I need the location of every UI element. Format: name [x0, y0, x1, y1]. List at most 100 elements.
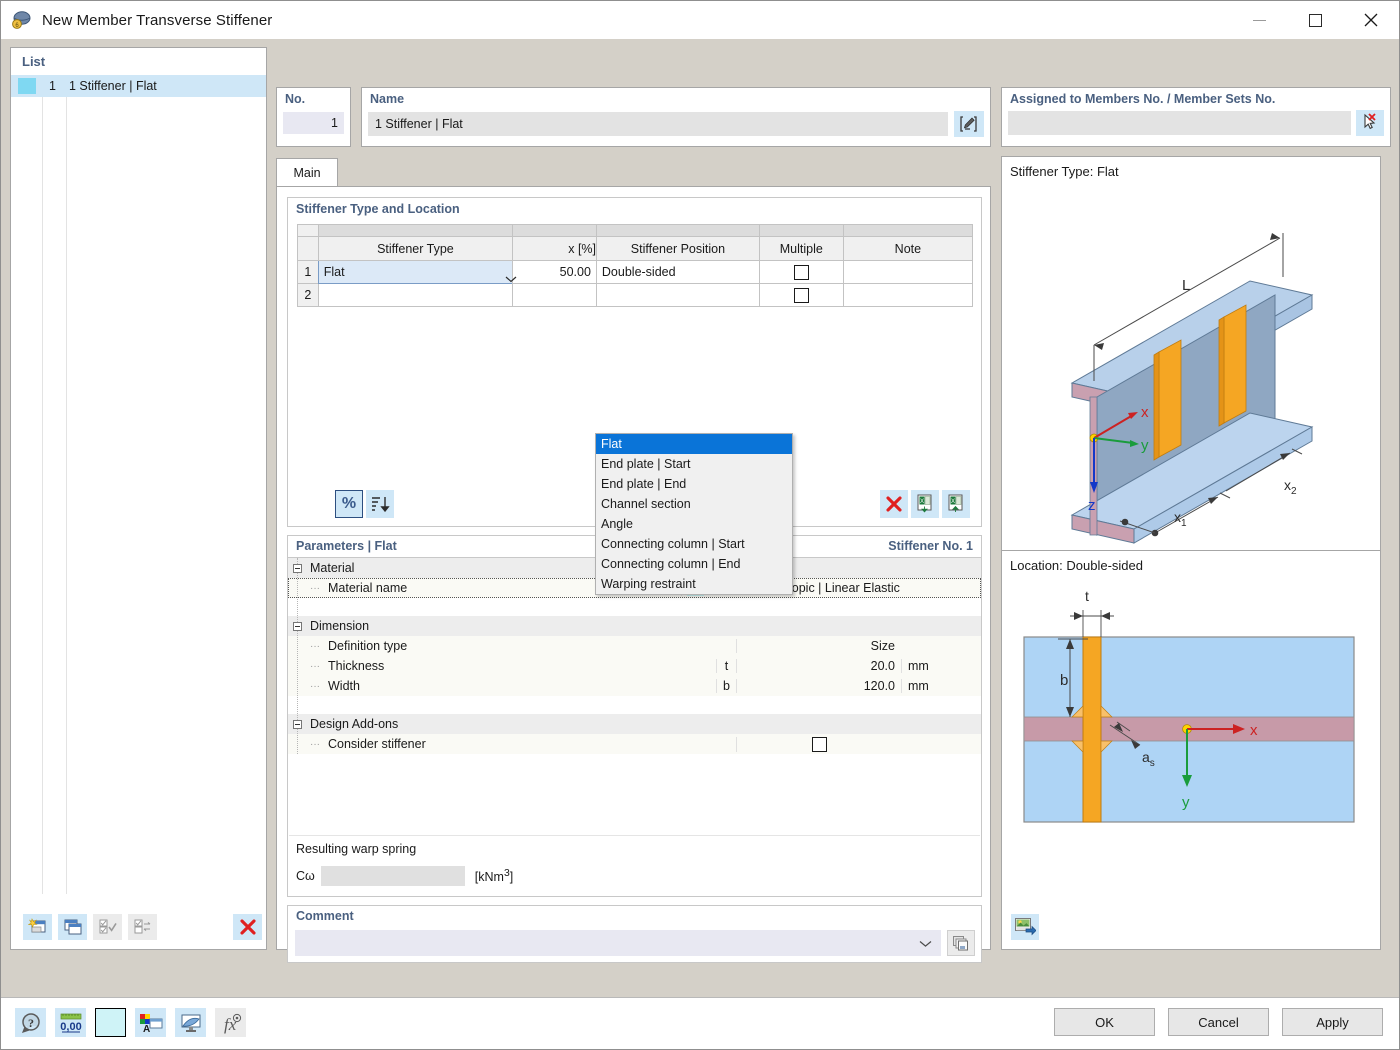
- stiffener-type-value: Flat: [324, 265, 345, 279]
- cell-note[interactable]: [843, 261, 973, 284]
- comment-input[interactable]: [295, 930, 941, 956]
- bottom-bar: ? 0,00 A: [1, 997, 1399, 1049]
- chevron-down-icon[interactable]: [919, 936, 932, 951]
- cancel-button[interactable]: Cancel: [1168, 1008, 1269, 1036]
- list-body: 1 1 Stiffener | Flat: [11, 74, 266, 894]
- table-row[interactable]: 2: [297, 284, 973, 307]
- formula-button[interactable]: fx: [215, 1008, 246, 1037]
- preview-image-button[interactable]: [1011, 914, 1039, 940]
- dropdown-option[interactable]: Flat: [596, 434, 792, 454]
- cell-stiffener-position[interactable]: [596, 284, 759, 307]
- row-value[interactable]: Size: [736, 639, 901, 653]
- dialog-window: 6 New Member Transverse Stiffener List 1…: [0, 0, 1400, 1050]
- name-input[interactable]: 1 Stiffener | Flat: [368, 112, 948, 136]
- minimize-icon[interactable]: [1231, 1, 1287, 39]
- tab-main[interactable]: Main: [276, 158, 338, 187]
- numeric-format-button[interactable]: 0,00: [55, 1008, 86, 1037]
- dimension-label-x2: x2: [1284, 477, 1297, 497]
- multiple-checkbox[interactable]: [794, 288, 809, 303]
- number-panel: No. 1: [276, 87, 351, 147]
- main-tab-panel: Stiffener Type and Location Stiffener Ty…: [276, 186, 991, 950]
- row-value[interactable]: [736, 737, 901, 752]
- row-value[interactable]: 20.0: [736, 659, 901, 673]
- list-number-column: [43, 75, 67, 894]
- cell-multiple[interactable]: [759, 261, 843, 284]
- warp-spring-label: Resulting warp spring: [296, 842, 416, 856]
- parameters-row-thickness[interactable]: ··· Thickness t 20.0 mm: [288, 656, 981, 676]
- parameters-section-design-addons[interactable]: Design Add-ons: [288, 714, 981, 734]
- dropdown-option[interactable]: End plate | End: [596, 474, 792, 494]
- comment-library-button[interactable]: [947, 930, 975, 956]
- sort-button[interactable]: [366, 490, 394, 518]
- stiffener-type-location-group: Stiffener Type and Location Stiffener Ty…: [287, 197, 982, 527]
- export-excel-button[interactable]: X: [942, 490, 970, 518]
- row-label: Thickness: [324, 659, 716, 673]
- cell-stiffener-type[interactable]: [318, 284, 512, 307]
- stiffener-type-dropdown-list[interactable]: Flat End plate | Start End plate | End C…: [595, 433, 793, 595]
- list-item[interactable]: 1 1 Stiffener | Flat: [11, 75, 266, 97]
- collapse-icon[interactable]: [293, 564, 302, 573]
- parameters-row-definition-type[interactable]: ··· Definition type Size: [288, 636, 981, 656]
- delete-item-button[interactable]: [233, 914, 262, 940]
- cell-note[interactable]: [843, 284, 973, 307]
- name-row: 1 Stiffener | Flat: [368, 111, 984, 137]
- svg-text:A: A: [143, 1024, 150, 1034]
- copy-item-button[interactable]: [58, 914, 87, 940]
- cell-multiple[interactable]: [759, 284, 843, 307]
- delete-row-button[interactable]: [880, 490, 908, 518]
- assigned-input[interactable]: [1008, 111, 1351, 135]
- tree-connector: ···: [306, 739, 324, 750]
- parameters-row-consider-stiffener[interactable]: ··· Consider stiffener: [288, 734, 981, 754]
- edit-name-button[interactable]: [954, 111, 984, 137]
- bottom-toolbar: ? 0,00 A: [15, 1008, 246, 1037]
- section-label: Design Add-ons: [306, 717, 981, 731]
- invert-selection-button[interactable]: [128, 914, 157, 940]
- close-icon[interactable]: [1343, 1, 1399, 39]
- table-row[interactable]: 1 Flat 50.00 Double-sided: [297, 261, 973, 284]
- tree-connector: ···: [306, 583, 324, 594]
- multiple-checkbox[interactable]: [794, 265, 809, 280]
- stiffener-type-combo[interactable]: Flat: [318, 261, 512, 284]
- view-settings-button[interactable]: [175, 1008, 206, 1037]
- pick-members-button[interactable]: [1356, 110, 1384, 136]
- maximize-icon[interactable]: [1287, 1, 1343, 39]
- select-all-button[interactable]: [93, 914, 122, 940]
- collapse-icon[interactable]: [293, 622, 302, 631]
- collapse-icon[interactable]: [293, 720, 302, 729]
- parameters-row-width[interactable]: ··· Width b 120.0 mm: [288, 676, 981, 696]
- ok-button[interactable]: OK: [1054, 1008, 1155, 1036]
- new-item-button[interactable]: [23, 914, 52, 940]
- dropdown-option[interactable]: Channel section: [596, 494, 792, 514]
- warp-spring-symbol: Cω: [296, 869, 315, 883]
- dropdown-option[interactable]: Connecting column | Start: [596, 534, 792, 554]
- dropdown-option[interactable]: Angle: [596, 514, 792, 534]
- display-properties-button[interactable]: A: [135, 1008, 166, 1037]
- tree-connector: ···: [306, 641, 324, 652]
- preview-panel-stiffener-type: Stiffener Type: Flat: [1001, 156, 1381, 591]
- cell-x-percent[interactable]: [512, 284, 596, 307]
- consider-stiffener-checkbox[interactable]: [812, 737, 827, 752]
- import-excel-button[interactable]: X: [911, 490, 939, 518]
- axis-label-x: x: [1250, 722, 1258, 739]
- preview-caption: Stiffener Type: Flat: [1010, 164, 1119, 179]
- name-label: Name: [362, 88, 990, 106]
- preview-caption: Location: Double-sided: [1010, 558, 1143, 573]
- cell-stiffener-position[interactable]: Double-sided: [596, 261, 759, 284]
- dropdown-option[interactable]: End plate | Start: [596, 454, 792, 474]
- axis-label-z: z: [1088, 497, 1096, 514]
- warp-spring-input[interactable]: [321, 866, 465, 886]
- row-value[interactable]: 120.0: [736, 679, 901, 693]
- tree-connector: ···: [306, 661, 324, 672]
- cell-x-percent[interactable]: 50.00: [512, 261, 596, 284]
- dropdown-option[interactable]: Warping restraint: [596, 574, 792, 594]
- parameters-section-dimension[interactable]: Dimension: [288, 616, 981, 636]
- number-input[interactable]: 1: [283, 112, 344, 134]
- percent-button[interactable]: %: [335, 490, 363, 518]
- column-header-x-percent: x [%]: [512, 237, 596, 261]
- help-button[interactable]: ?: [15, 1008, 46, 1037]
- apply-button[interactable]: Apply: [1282, 1008, 1383, 1036]
- color-button[interactable]: [95, 1008, 126, 1037]
- axis-label-y: y: [1182, 794, 1190, 811]
- dropdown-option[interactable]: Connecting column | End: [596, 554, 792, 574]
- svg-text:X: X: [920, 499, 924, 505]
